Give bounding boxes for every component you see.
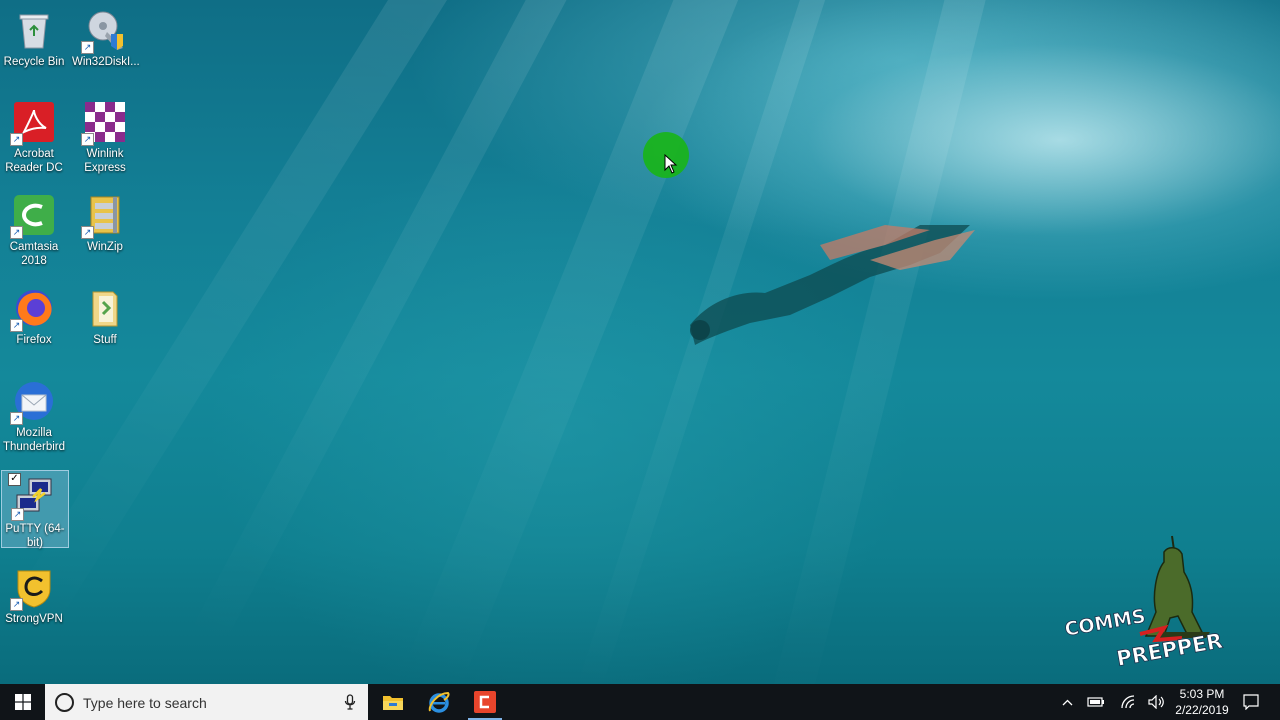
strongvpn-icon: ↗ <box>10 565 56 611</box>
notification-icon <box>1243 694 1259 710</box>
camtasia-icon <box>474 691 496 713</box>
icon-label: Winlink Express <box>84 148 126 174</box>
logo-text-line1: COMMS <box>1063 605 1147 641</box>
taskbar-search-box[interactable] <box>45 684 368 720</box>
shortcut-arrow-icon: ↗ <box>10 598 23 611</box>
icon-label: Acrobat Reader DC <box>5 148 63 174</box>
firefox-icon: ↗ <box>10 286 56 332</box>
desktop-icon-camtasia[interactable]: ↗ Camtasia 2018 <box>1 189 67 268</box>
icon-label: Win32DiskI... <box>72 56 140 68</box>
desktop-icon-firefox[interactable]: ↗ Firefox <box>1 282 67 347</box>
mouse-pointer-icon <box>664 154 678 174</box>
shortcut-arrow-icon: ↗ <box>11 508 24 521</box>
taskbar-file-explorer[interactable] <box>370 684 416 720</box>
search-input[interactable] <box>81 690 335 716</box>
icon-label: PuTTY (64-bit) <box>5 523 65 549</box>
winzip-icon: ↗ <box>81 193 127 239</box>
shortcut-arrow-icon: ↗ <box>81 133 94 146</box>
shortcut-arrow-icon: ↗ <box>81 41 94 54</box>
icon-label: Recycle Bin <box>3 56 65 68</box>
windows-logo-icon <box>14 694 31 710</box>
battery-icon <box>1087 697 1104 707</box>
shortcut-arrow-icon: ↗ <box>10 319 23 332</box>
start-button[interactable] <box>0 684 45 720</box>
thunderbird-icon: ↗ <box>10 379 56 425</box>
action-center-button[interactable] <box>1238 684 1264 720</box>
desktop-icon-strongvpn[interactable]: ↗ StrongVPN <box>1 561 67 626</box>
desktop-icon-stuff[interactable]: Stuff <box>72 282 138 347</box>
shortcut-arrow-icon: ↗ <box>81 226 94 239</box>
putty-icon: ↗ <box>11 475 57 521</box>
battery-button[interactable] <box>1084 684 1108 720</box>
taskbar-internet-explorer[interactable] <box>416 684 462 720</box>
cortana-icon <box>55 693 74 712</box>
desktop-wallpaper: Recycle Bin ↗ Acrobat Reader DC ↗ Camtas… <box>0 0 1280 684</box>
winlink-icon: ↗ <box>81 100 127 146</box>
icon-label: StrongVPN <box>5 613 63 625</box>
icon-label: Mozilla Thunderbird <box>2 427 65 453</box>
desktop-icon-win32diskimager[interactable]: ↗ Win32DiskI... <box>72 4 140 69</box>
desktop-icon-winlink[interactable]: ↗ Winlink Express <box>72 96 138 175</box>
microphone-icon[interactable] <box>344 694 356 710</box>
icon-label: Firefox <box>16 334 52 346</box>
desktop-icon-recycle-bin[interactable]: Recycle Bin <box>1 4 67 69</box>
icon-label: Camtasia 2018 <box>9 241 59 267</box>
shortcut-arrow-icon: ↗ <box>10 133 23 146</box>
camtasia-icon: ↗ <box>10 193 56 239</box>
show-hidden-icons-button[interactable] <box>1056 684 1078 720</box>
desktop-icon-thunderbird[interactable]: ↗ Mozilla Thunderbird <box>1 375 67 454</box>
wifi-icon <box>1121 695 1135 709</box>
taskbar-clock[interactable]: 5:03 PM 2/22/2019 <box>1166 686 1238 718</box>
network-button[interactable] <box>1116 684 1140 720</box>
recycle-bin-icon <box>12 8 56 52</box>
icon-label: WinZip <box>87 241 123 253</box>
internet-explorer-icon <box>428 691 450 713</box>
desktop-icon-acrobat[interactable]: ↗ Acrobat Reader DC <box>1 96 67 175</box>
acrobat-icon: ↗ <box>10 100 56 146</box>
comms-prepper-logo: COMMS PREPPER <box>1063 535 1225 671</box>
shortcut-arrow-icon: ↗ <box>10 226 23 239</box>
volume-icon <box>1148 695 1164 709</box>
icon-label: Stuff <box>93 334 117 346</box>
taskbar: 5:03 PM 2/22/2019 <box>0 684 1280 720</box>
desktop-icon-putty[interactable]: ✓ ↗ PuTTY (64-bit) <box>1 470 69 549</box>
shortcut-arrow-icon: ↗ <box>10 412 23 425</box>
taskbar-camtasia[interactable] <box>462 684 508 720</box>
chevron-up-icon <box>1062 699 1072 705</box>
disk-imager-icon: ↗ <box>81 8 127 54</box>
clock-date: 2/22/2019 <box>1175 703 1229 717</box>
light-ray <box>186 0 594 655</box>
desktop-icon-winzip[interactable]: ↗ WinZip <box>72 189 138 254</box>
clock-time: 5:03 PM <box>1179 687 1225 701</box>
folder-icon <box>83 286 127 330</box>
diver-image <box>690 225 975 345</box>
file-explorer-icon <box>383 696 403 710</box>
